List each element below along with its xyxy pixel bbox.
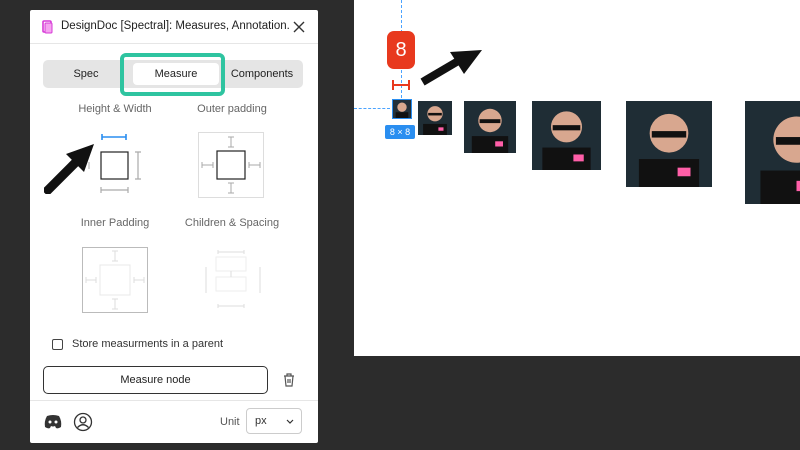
- selection-box: [392, 99, 412, 119]
- width-measure-marker: [392, 80, 410, 90]
- unit-select[interactable]: px: [246, 408, 302, 434]
- section-label-outer-padding: Outer padding: [197, 103, 267, 115]
- chevron-down-icon: [285, 417, 295, 425]
- discord-icon[interactable]: [43, 414, 63, 430]
- measure-node-button[interactable]: Measure node: [43, 366, 268, 394]
- inner-padding-diagram[interactable]: [82, 247, 148, 313]
- size-badge: 8 × 8: [385, 125, 415, 139]
- plugin-title: DesignDoc [Spectral]: Measures, Annotati…: [61, 20, 289, 32]
- arrow-icon: [420, 50, 482, 86]
- arrow-icon: [44, 144, 94, 194]
- thumbnail-1[interactable]: [418, 101, 452, 135]
- titlebar: DesignDoc [Spectral]: Measures, Annotati…: [30, 10, 318, 44]
- horizontal-guide: [354, 108, 390, 109]
- section-label-height-width: Height & Width: [78, 103, 152, 115]
- user-icon[interactable]: [73, 412, 93, 432]
- measure-badge: 8: [387, 31, 415, 69]
- trash-icon[interactable]: [282, 372, 296, 388]
- thumbnail-3[interactable]: [532, 101, 601, 170]
- thumbnail-4[interactable]: [626, 101, 712, 187]
- measure-tab-highlight: [120, 53, 225, 96]
- tab-spec[interactable]: Spec: [43, 60, 129, 88]
- outer-padding-diagram[interactable]: [198, 132, 264, 198]
- section-label-inner-padding: Inner Padding: [80, 217, 150, 229]
- children-spacing-diagram[interactable]: [198, 247, 264, 313]
- store-measurements-label: Store measurments in a parent: [72, 338, 224, 350]
- unit-value: px: [255, 415, 267, 427]
- close-icon[interactable]: [290, 18, 308, 36]
- section-label-children-spacing: Children & Spacing: [184, 217, 280, 229]
- app-icon: [42, 20, 54, 34]
- footer-divider: [30, 400, 318, 401]
- store-measurements-checkbox[interactable]: [52, 339, 63, 350]
- thumbnail-2[interactable]: [464, 101, 516, 153]
- unit-label: Unit: [220, 416, 240, 428]
- thumbnail-5[interactable]: [745, 101, 800, 204]
- tab-components[interactable]: Components: [219, 60, 305, 88]
